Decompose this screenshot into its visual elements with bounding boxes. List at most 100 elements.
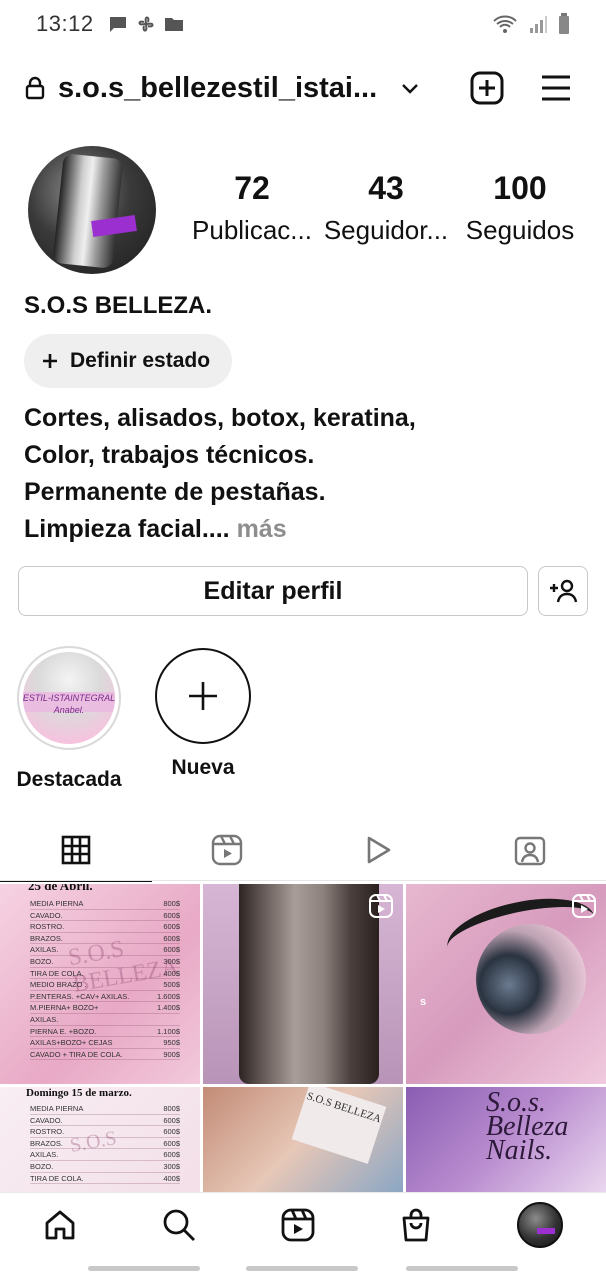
chevron-down-icon[interactable] (399, 77, 421, 99)
avatar-image (28, 146, 156, 274)
price-row: BRAZOS. 600$ (30, 1138, 180, 1150)
home-icon[interactable] (43, 1208, 77, 1242)
stat-followers-label: Seguidor... (323, 215, 449, 245)
price-value: 800$ (163, 1104, 180, 1113)
profile-header: s.o.s_bellezestil_istai... (0, 56, 606, 120)
price-value: 600$ (163, 922, 180, 932)
price-item: ROSTRO. (30, 1127, 65, 1137)
status-time: 13:12 (36, 11, 94, 36)
status-bar: 13:12 (0, 0, 606, 48)
stat-posts-count: 72 (234, 170, 270, 206)
price-list: MEDIA PIERNA 800$ CAVADO. 600$ ROSTRO. 600$ BR… (30, 898, 180, 1061)
post-logo: S.o.s. Belleza Nails. (486, 1087, 569, 1166)
price-row: CAVADO. 600$ (30, 910, 180, 922)
price-item: MEDIO BRAZO . (30, 980, 87, 990)
search-icon[interactable] (162, 1208, 196, 1242)
bio-more-link[interactable]: más (237, 515, 287, 543)
price-item: BRAZOS. (30, 933, 63, 943)
stat-followers[interactable]: 43 Seguidor... (320, 170, 452, 246)
bio-line: Limpieza facial.... (24, 515, 237, 543)
price-item: TIRA DE COLA. (30, 968, 84, 978)
price-value: 1.600$ (157, 991, 180, 1001)
price-value: 600$ (163, 910, 180, 920)
price-value: 950$ (163, 1038, 180, 1048)
stat-posts[interactable]: 72 Publicac... (186, 170, 318, 246)
price-item: TIRA DE COLA. (30, 1173, 84, 1183)
post-price-list-2[interactable]: Domingo 15 de marzo. S.O.S MEDIA PIERNA 8… (0, 1087, 200, 1193)
price-item: BOZO. (30, 1161, 54, 1171)
post-logo: S.O.S BELLEZA (291, 1087, 387, 1164)
username-switcher[interactable]: s.o.s_bellezestil_istai... (58, 72, 377, 105)
create-post-icon[interactable] (470, 71, 504, 105)
price-value: 600$ (163, 1127, 180, 1137)
tab-videos[interactable] (303, 820, 455, 880)
bio-line: Cortes, alisados, botox, keratina, (24, 404, 416, 432)
price-item: P.ENTERAS. +CAV+ AXILAS. (30, 991, 130, 1001)
stat-following-label: Seguidos (465, 215, 575, 245)
plus-icon (43, 354, 57, 368)
set-status-label: Definir estado (70, 349, 211, 372)
price-item: MEDIA PIERNA (30, 899, 84, 908)
price-item: AXILAS. (30, 1150, 59, 1160)
price-row: ROSTRO. 600$ (30, 1126, 180, 1138)
gesture-bar (406, 1266, 518, 1271)
reels-icon (572, 894, 596, 918)
post-hair-straightening[interactable] (203, 884, 403, 1084)
notification-icons (108, 14, 184, 34)
post-price-list[interactable]: 25 de Abril. S.O.S BELLEZA MEDIA PIERNA 8… (0, 884, 200, 1084)
price-row: BRAZOS. 600$ (30, 933, 180, 945)
profile-avatar-nav[interactable] (517, 1201, 564, 1248)
tab-tagged[interactable] (455, 820, 606, 880)
set-status-button[interactable]: Definir estado (24, 334, 233, 388)
price-row: P.ENTERAS. +CAV+ AXILAS. 1.600$ (30, 991, 180, 1003)
price-value: 400$ (163, 968, 180, 978)
bio-line: Permanente de pestañas. (24, 478, 326, 506)
price-row: BOZO. 300$ (30, 1161, 180, 1173)
tab-reels[interactable] (152, 820, 304, 880)
stat-following-count: 100 (493, 170, 547, 206)
price-item: AXILAS. (30, 945, 59, 955)
stat-following[interactable]: 100 Seguidos (454, 170, 586, 246)
discover-people-button[interactable] (538, 566, 588, 616)
price-item: ROSTRO. (30, 922, 65, 932)
price-row: CAVADO + TIRA DE COLA. 900$ (30, 1049, 180, 1061)
fan-icon (138, 16, 154, 32)
price-item: CAVADO + TIRA DE COLA. (30, 1049, 123, 1059)
reels-icon (369, 894, 393, 918)
post-nails-promo[interactable]: S.o.s. Belleza Nails. (406, 1087, 606, 1193)
highlight-new[interactable]: Nueva (148, 646, 258, 792)
highlight-cover: ESTIL-ISTAINTEGRAL Anabel. (17, 646, 121, 750)
battery-icon (559, 13, 569, 34)
stat-followers-count: 43 (368, 170, 404, 206)
price-value: 600$ (163, 1115, 180, 1125)
price-row: AXILAS+BOZO+ CEJAS 950$ (30, 1037, 180, 1049)
add-person-icon (550, 579, 578, 603)
post-manicure[interactable]: S.O.S BELLEZA (203, 1087, 403, 1193)
menu-icon[interactable] (540, 74, 572, 102)
price-value: 900$ (163, 1049, 180, 1059)
price-value: 800$ (163, 899, 180, 908)
edit-profile-button[interactable]: Editar perfil (18, 566, 528, 616)
price-item: PIERNA E. +BOZO. (30, 1026, 97, 1036)
video-icon (367, 836, 391, 864)
story-highlights: ESTIL-ISTAINTEGRAL Anabel. Destacada Nue… (14, 646, 258, 792)
message-icon (109, 17, 126, 32)
price-item: BRAZOS. (30, 1138, 63, 1148)
price-row: ROSTRO. 600$ (30, 921, 180, 933)
price-value: 300$ (163, 956, 180, 966)
shop-icon[interactable] (400, 1208, 432, 1242)
tagged-icon (515, 836, 546, 866)
post-eyelash-perm[interactable]: s (406, 884, 606, 1084)
profile-tabs (0, 820, 606, 882)
price-row: CAVADO. 600$ (30, 1115, 180, 1127)
profile-bio: Cortes, alisados, botox, keratina, Color… (24, 400, 416, 548)
price-item: CAVADO. (30, 1115, 63, 1125)
reels-icon[interactable] (281, 1208, 315, 1242)
profile-stats: 72 Publicac... 43 Seguidor... 100 Seguid… (186, 170, 586, 246)
price-row: M.PIERNA+ BOZO+ 1.400$ (30, 1002, 180, 1014)
price-row: TIRA DE COLA. 400$ (30, 968, 180, 980)
tab-grid[interactable] (0, 820, 152, 882)
plus-icon (189, 682, 217, 710)
highlight-destacada[interactable]: ESTIL-ISTAINTEGRAL Anabel. Destacada (14, 646, 124, 792)
profile-avatar[interactable] (24, 142, 160, 278)
